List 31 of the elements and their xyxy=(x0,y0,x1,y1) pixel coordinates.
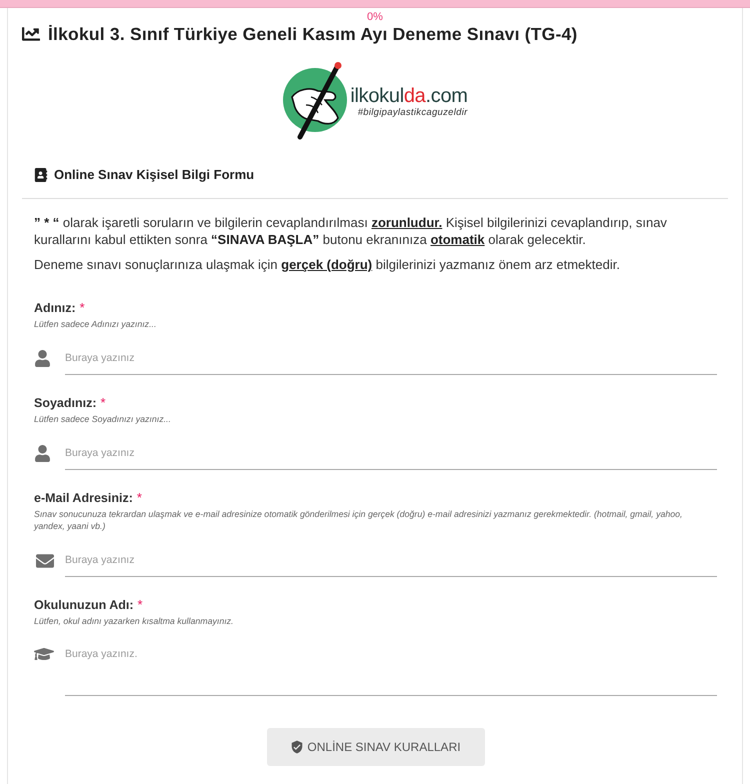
logo-tagline: #bilgipaylastikcaguzeldir xyxy=(358,107,468,119)
input-field[interactable]: Buraya yazınız xyxy=(65,437,717,470)
field-hint: Lütfen sadece Adınızı yazınız... xyxy=(34,318,158,330)
graduation-cap-icon xyxy=(34,646,54,662)
required-mark: * xyxy=(80,300,85,316)
field-label: Adınız: xyxy=(34,300,76,316)
required-mark: * xyxy=(138,597,143,613)
field-label: e-Mail Adresiniz: xyxy=(34,490,133,506)
line-chart-icon xyxy=(22,25,40,43)
page-title: İlkokul 3. Sınıf Türkiye Geneli Kasım Ayı Deneme Sınavı (TG-4) xyxy=(48,24,578,44)
textarea-field[interactable]: Buraya yazınız. xyxy=(65,639,717,696)
field-hint: Lütfen sadece Soyadınızı yazınız... xyxy=(34,413,172,425)
section-title: Online Sınav Kişisel Bilgi Formu xyxy=(54,167,254,183)
field-label: Okulunuzun Adı: xyxy=(34,597,134,613)
input-field[interactable]: Buraya yazınız xyxy=(65,342,717,375)
input-field[interactable]: Buraya yazınız xyxy=(65,544,717,577)
field-hint: Sınav sonucunuza tekrardan ulaşmak ve e-mail adresinize otomatik gönderilmesi için gerçek (doğru) e-mail adresinizi yazmanız gerekmektedir. (hotmail, gmail, yahoo, yandex, yaani vb.) xyxy=(34,508,684,532)
required-mark: * xyxy=(136,490,142,506)
user-icon xyxy=(34,445,51,462)
rules-button[interactable]: ONLİNE SINAV KURALLARI xyxy=(266,728,484,766)
progress-reading: 0% xyxy=(367,11,383,23)
logo-text: ilkokulda.com xyxy=(350,85,468,107)
field-label: Soyadınız: xyxy=(34,395,97,411)
address-book-icon xyxy=(34,168,48,182)
shield-check-icon xyxy=(290,740,304,754)
required-mark: * xyxy=(100,395,106,411)
field-hint: Lütfen, okul adını yazarken kısaltma kullanmayınız. xyxy=(34,615,234,627)
user-icon xyxy=(34,350,51,367)
envelope-icon xyxy=(34,552,56,570)
intro-paragraph: ” * “ olarak işaretli soruların ve bilgilerin cevaplandırılması zorunludur. Kişisel bilgilerinizi cevaplandırıp, sınav kurallarını kabul ettikten sonra “SINAVA BAŞLA” butonu ekranınıza otomatik olarak gelecektir. xyxy=(34,214,668,248)
intro-paragraph: Deneme sınavı sonuçlarınıza ulaşmak için gerçek (doğru) bilgilerinizi yazmanız önem arz etmektedir. xyxy=(34,256,621,273)
